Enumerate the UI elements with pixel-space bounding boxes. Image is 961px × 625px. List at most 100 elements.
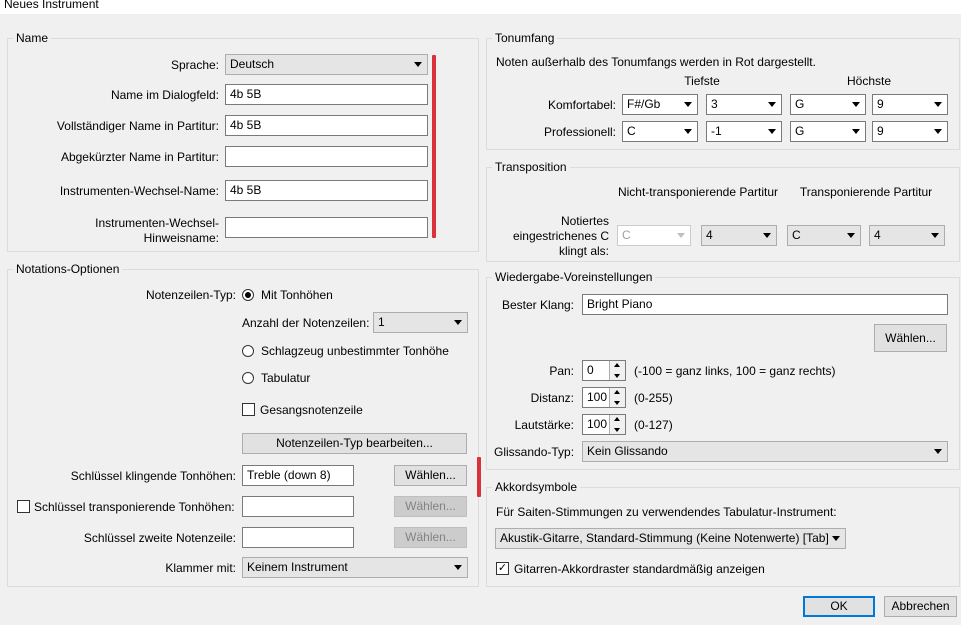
range-group-legend: Tonumfang (495, 31, 555, 45)
pan-hint: (-100 = ganz links, 100 = ganz rechts) (634, 364, 836, 378)
transposing-note[interactable]: C (787, 225, 861, 246)
full-name-label: Vollständiger Name in Partitur: (56, 119, 219, 133)
volume-spinner[interactable]: 100 (582, 414, 626, 435)
sprache-dropdown[interactable]: Deutsch (225, 54, 428, 75)
lowest-header: Tiefste (684, 74, 720, 88)
transposition-group-legend: Transposition (495, 160, 567, 174)
full-name-input[interactable]: 4b 5B (225, 115, 428, 136)
change-hint-label-line1: Instrumenten-Wechsel- (95, 216, 219, 230)
staff-type-label: Notenzeilen-Typ: (145, 288, 236, 302)
name-dialog-input[interactable]: 4b 5B (225, 84, 428, 105)
checkmark-icon: ✓ (497, 562, 508, 574)
volume-label: Lautstärke: (514, 418, 574, 432)
transposing-header: Transponierende Partitur (799, 185, 933, 199)
comfortable-low-note[interactable]: F#/Gb (622, 94, 698, 115)
clef-second-choose-button[interactable]: Wählen... (394, 527, 467, 548)
bracket-label: Klammer mit: (165, 561, 236, 575)
spinner-arrows-icon[interactable] (609, 415, 625, 434)
transposing-octave[interactable]: 4 (869, 225, 945, 246)
short-name-label: Abgekürzter Name in Partitur: (60, 150, 219, 164)
chevron-down-icon (414, 62, 422, 67)
professional-high-note[interactable]: G (790, 121, 866, 142)
edit-staff-type-button[interactable]: Notenzeilen-Typ bearbeiten... (242, 433, 467, 454)
bracket-value: Keinem Instrument (247, 560, 348, 574)
sprache-value: Deutsch (230, 57, 275, 71)
clef-transposing-choose-button[interactable]: Wählen... (394, 496, 467, 517)
comfortable-low-octave-value: 3 (711, 97, 718, 111)
written-c-label-line1: Notiertes (560, 214, 609, 228)
ok-button[interactable]: OK (803, 596, 875, 617)
professional-low-note-value: C (627, 124, 636, 138)
show-chord-diagrams-checkbox[interactable]: ✓ (496, 562, 509, 575)
comfortable-high-octave-value: 9 (877, 97, 884, 111)
clef-second-label: Schlüssel zweite Notenzeile: (83, 531, 236, 545)
comfortable-label: Komfortabel: (547, 98, 616, 112)
comfortable-high-note[interactable]: G (790, 94, 866, 115)
non-transposing-octave-value: 4 (706, 228, 713, 242)
radio-pitched[interactable] (242, 289, 254, 301)
bracket-dropdown[interactable]: Keinem Instrument (242, 557, 468, 578)
chevron-down-icon (852, 102, 860, 107)
change-hint-input[interactable] (225, 217, 428, 238)
professional-low-octave[interactable]: -1 (706, 121, 782, 142)
tab-instrument-value: Akustik-Gitarre, Standard-Stimmung (Kein… (500, 531, 829, 545)
chevron-down-icon (684, 129, 692, 134)
red-marker-name (432, 55, 436, 238)
highest-header: Höchste (846, 74, 892, 88)
clef-sounding-input[interactable]: Treble (down 8) (242, 465, 354, 486)
best-sound-choose-button[interactable]: Wählen... (874, 324, 947, 352)
sprache-label: Sprache: (170, 58, 219, 72)
comfortable-high-note-value: G (795, 97, 805, 111)
radio-pitched-label: Mit Tonhöhen (261, 288, 333, 302)
comfortable-high-octave[interactable]: 9 (872, 94, 948, 115)
chevron-down-icon (768, 129, 776, 134)
spinner-arrows-icon[interactable] (609, 361, 625, 380)
chevron-down-icon (684, 102, 692, 107)
distance-hint: (0-255) (634, 391, 673, 405)
non-transposing-octave[interactable]: 4 (701, 225, 777, 246)
professional-low-note[interactable]: C (622, 121, 698, 142)
tab-instrument-dropdown[interactable]: Akustik-Gitarre, Standard-Stimmung (Kein… (495, 528, 846, 549)
distance-spinner[interactable]: 100 (582, 387, 626, 408)
vocal-staff-checkbox[interactable] (242, 403, 255, 416)
clef-second-input[interactable] (242, 527, 354, 548)
chevron-down-icon (852, 129, 860, 134)
radio-tab[interactable] (242, 372, 254, 384)
change-hint-label-line2: Hinweisname: (143, 231, 219, 245)
clef-sounding-label: Schlüssel klingende Tonhöhen: (70, 469, 236, 483)
glissando-dropdown[interactable]: Kein Glissando (582, 441, 948, 462)
chevron-down-icon (931, 233, 939, 238)
name-group-legend: Name (16, 31, 49, 45)
non-transposing-note[interactable]: C (617, 225, 691, 246)
cancel-button[interactable]: Abbrechen (884, 596, 957, 617)
short-name-input[interactable] (225, 146, 428, 167)
clef-transposing-input[interactable] (242, 496, 354, 517)
distance-value: 100 (587, 390, 608, 404)
clef-transposing-label: Schlüssel transponierende Tonhöhen: (34, 500, 235, 514)
comfortable-low-octave[interactable]: 3 (706, 94, 782, 115)
pan-spinner[interactable]: 0 (582, 360, 626, 381)
professional-high-octave[interactable]: 9 (872, 121, 948, 142)
glissando-label: Glissando-Typ: (494, 445, 575, 459)
distance-label: Distanz: (530, 391, 574, 405)
chevron-down-icon (677, 233, 685, 238)
volume-hint: (0-127) (634, 418, 673, 432)
pan-label: Pan: (549, 364, 574, 378)
radio-percussion[interactable] (242, 345, 254, 357)
spinner-arrows-icon[interactable] (609, 388, 625, 407)
staff-count-dropdown[interactable]: 1 (373, 312, 468, 333)
glissando-value: Kein Glissando (587, 444, 668, 458)
staff-count-label: Anzahl der Notenzeilen: (242, 316, 370, 330)
clef-transposing-checkbox[interactable] (17, 500, 30, 513)
show-chord-diagrams-label: Gitarren-Akkordraster standardmäßig anze… (514, 562, 765, 576)
range-info: Noten außerhalb des Tonumfangs werden in… (496, 55, 816, 69)
change-name-input[interactable]: 4b 5B (225, 180, 428, 201)
change-name-label: Instrumenten-Wechsel-Name: (59, 184, 219, 198)
notation-group-legend: Notations-Optionen (16, 262, 120, 276)
red-marker-clef (477, 457, 481, 497)
clef-sounding-choose-button[interactable]: Wählen... (394, 465, 467, 486)
professional-high-octave-value: 9 (877, 124, 884, 138)
chord-group-legend: Akkordsymbole (495, 480, 578, 494)
tab-instrument-label: Für Saiten-Stimmungen zu verwendendes Ta… (496, 505, 837, 519)
best-sound-input[interactable]: Bright Piano (582, 294, 948, 315)
